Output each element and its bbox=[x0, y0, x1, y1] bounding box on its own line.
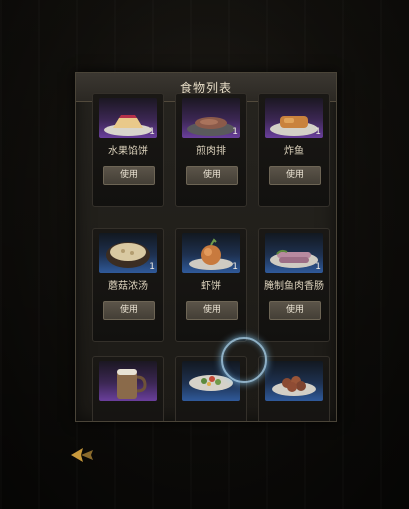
use-button[interactable]: 使用 bbox=[103, 166, 155, 185]
fried-fish-icon: 1 bbox=[265, 98, 323, 138]
item-count: 1 bbox=[315, 262, 321, 272]
food-card-shrimp-cake[interactable]: 1 虾饼 使用 bbox=[175, 228, 247, 342]
food-card-steak[interactable]: 1 煎肉排 使用 bbox=[175, 93, 247, 207]
fruit-pie-icon: 1 bbox=[99, 98, 157, 138]
food-list-panel: 食物列表 1 水果馅饼 使用 1 煎肉排 使用 1 炸鱼 使用 1 蘑菇浓汤 使… bbox=[75, 72, 337, 422]
item-count: 1 bbox=[315, 127, 321, 137]
sausage-icon: 1 bbox=[265, 233, 323, 273]
touch-cursor-ring bbox=[221, 337, 267, 383]
item-count: 1 bbox=[149, 127, 155, 137]
item-name: 腌制鱼肉香肠 bbox=[264, 281, 324, 292]
back-button[interactable] bbox=[62, 442, 104, 468]
use-button[interactable]: 使用 bbox=[186, 166, 238, 185]
food-card-meatballs[interactable] bbox=[258, 356, 330, 421]
back-arrow-icon bbox=[71, 448, 93, 462]
item-name: 炸鱼 bbox=[284, 146, 304, 157]
item-name: 水果馅饼 bbox=[108, 146, 148, 157]
item-name: 虾饼 bbox=[201, 281, 221, 292]
item-name: 蘑菇浓汤 bbox=[108, 281, 148, 292]
use-button[interactable]: 使用 bbox=[103, 301, 155, 320]
item-count: 1 bbox=[149, 262, 155, 272]
steak-icon: 1 bbox=[182, 98, 240, 138]
use-button[interactable]: 使用 bbox=[186, 301, 238, 320]
item-name: 煎肉排 bbox=[196, 146, 226, 157]
item-count: 1 bbox=[232, 262, 238, 272]
mushroom-soup-icon: 1 bbox=[99, 233, 157, 273]
food-card-sausage[interactable]: 1 腌制鱼肉香肠 使用 bbox=[258, 228, 330, 342]
use-button[interactable]: 使用 bbox=[269, 301, 321, 320]
use-button[interactable]: 使用 bbox=[269, 166, 321, 185]
meatballs-icon bbox=[265, 361, 323, 401]
food-card-beer[interactable] bbox=[92, 356, 164, 421]
shrimp-cake-icon: 1 bbox=[182, 233, 240, 273]
food-card-fried-fish[interactable]: 1 炸鱼 使用 bbox=[258, 93, 330, 207]
food-card-mushroom-soup[interactable]: 1 蘑菇浓汤 使用 bbox=[92, 228, 164, 342]
item-count: 1 bbox=[232, 127, 238, 137]
beer-mug-icon bbox=[99, 361, 157, 401]
food-card-fruit-pie[interactable]: 1 水果馅饼 使用 bbox=[92, 93, 164, 207]
